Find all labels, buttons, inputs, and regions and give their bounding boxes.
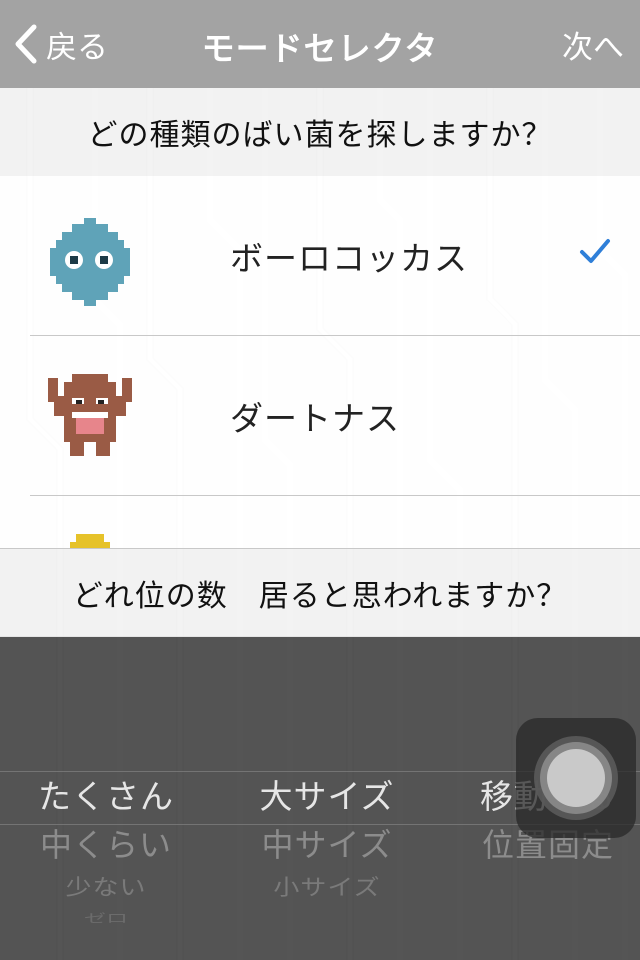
list-item-dartonas[interactable]: ダートナス bbox=[0, 336, 640, 496]
quantity-picker[interactable]: たくさん 中くらい 少ない ゼロ bbox=[0, 773, 216, 931]
brown-monster-icon bbox=[48, 374, 132, 456]
blue-germ-icon bbox=[50, 218, 130, 306]
list-item-third[interactable] bbox=[0, 496, 640, 548]
checkmark-icon bbox=[580, 239, 610, 263]
size-picker[interactable]: 大サイズ 中サイズ 小サイズ bbox=[217, 773, 437, 907]
germ-count-question: どれ位の数 居ると思われますか？ bbox=[0, 548, 640, 637]
germ-label: ボーロコッカス bbox=[230, 239, 468, 278]
chevron-left-icon bbox=[15, 24, 37, 64]
picker-option[interactable]: 少ない bbox=[0, 872, 216, 904]
germ-label: ダートナス bbox=[230, 399, 400, 438]
next-button[interactable]: 次へ bbox=[562, 22, 624, 67]
germ-list: ボーロコッカス ダートナス bbox=[0, 176, 640, 548]
yellow-germ-icon bbox=[70, 534, 110, 548]
navigation-bar: 戻る モードセレクタ 次へ bbox=[0, 0, 640, 88]
picker-option[interactable]: たくさん bbox=[0, 773, 216, 821]
picker-option[interactable]: 中くらい bbox=[0, 821, 216, 869]
picker-option[interactable]: ゼロ bbox=[0, 912, 216, 925]
germ-type-question: どの種類のばい菌を探しますか？ bbox=[0, 88, 640, 176]
list-item-borococcus[interactable]: ボーロコッカス bbox=[0, 176, 640, 336]
back-button[interactable]: 戻る bbox=[14, 22, 108, 66]
picker-option[interactable]: 大サイズ bbox=[217, 773, 437, 821]
picker-option[interactable]: 中サイズ bbox=[217, 821, 437, 869]
assistive-touch-button[interactable] bbox=[516, 718, 636, 838]
picker-option[interactable]: 小サイズ bbox=[217, 872, 437, 904]
back-label: 戻る bbox=[46, 29, 108, 66]
